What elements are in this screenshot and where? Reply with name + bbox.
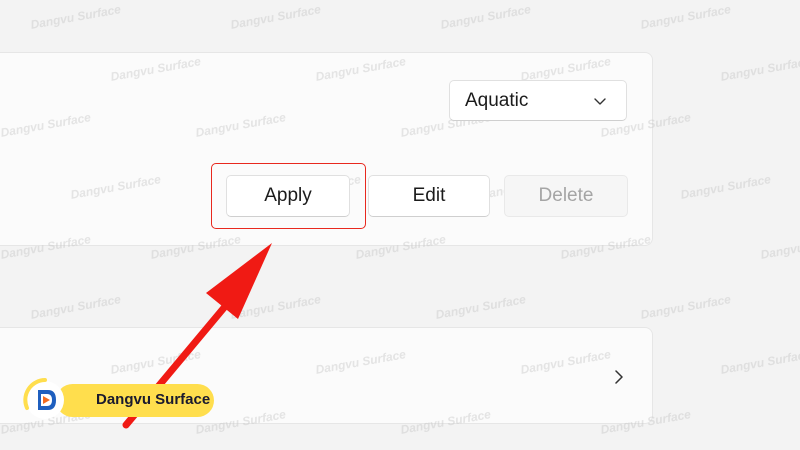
- theme-dropdown[interactable]: Aquatic: [449, 80, 627, 121]
- brand-logo-icon: [38, 390, 56, 410]
- apply-button-label: Apply: [264, 185, 312, 206]
- theme-dropdown-value: Aquatic: [465, 89, 529, 111]
- apply-button[interactable]: Apply: [226, 175, 350, 217]
- brand-logo-badge: Dangvu Surface: [22, 377, 214, 423]
- watermark-text: Dangvu Surface: [29, 2, 122, 32]
- watermark-text: Dangvu Surface: [639, 2, 732, 32]
- edit-button-label: Edit: [412, 185, 446, 206]
- watermark-text: Dangvu Surface: [29, 292, 122, 322]
- chevron-down-icon: [594, 98, 606, 105]
- watermark-text: Dangvu Surface: [719, 347, 800, 377]
- watermark-text: Dangvu Surface: [759, 232, 800, 262]
- watermark-text: Dangvu Surface: [639, 292, 732, 322]
- delete-button-label: Delete: [538, 185, 594, 206]
- watermark-text: Dangvu Surface: [434, 292, 527, 322]
- edit-button[interactable]: Edit: [368, 175, 490, 217]
- watermark-text: Dangvu Surface: [679, 172, 772, 202]
- chevron-right-icon[interactable]: [612, 368, 626, 386]
- delete-button: Delete: [504, 175, 628, 217]
- watermark-text: Dangvu Surface: [229, 2, 322, 32]
- brand-logo-text: Dangvu Surface: [96, 391, 211, 408]
- watermark-text: Dangvu Surface: [439, 2, 532, 32]
- watermark-text: Dangvu Surface: [229, 292, 322, 322]
- watermark-text: Dangvu Surface: [719, 54, 800, 84]
